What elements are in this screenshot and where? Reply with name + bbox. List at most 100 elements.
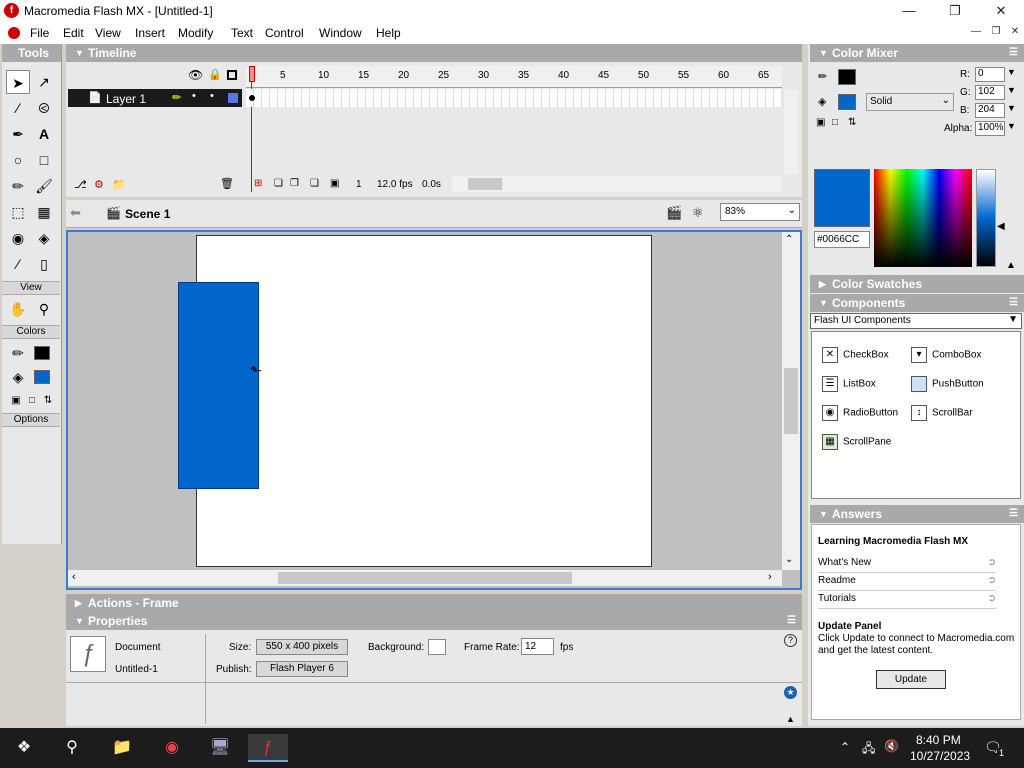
scroll-right-icon[interactable]: › [768, 571, 772, 583]
close-button[interactable]: ✕ [978, 0, 1024, 22]
doc-restore-button[interactable]: ❐ [986, 26, 1006, 40]
flash-taskbar-icon[interactable]: ƒ [248, 734, 288, 762]
brush-tool-icon[interactable]: 🖌 [32, 174, 56, 198]
component-scrollpane[interactable]: ▦ ScrollPane [822, 434, 891, 450]
menu-control[interactable]: Control [265, 26, 304, 40]
fill-transform-tool-icon[interactable]: ▦ [32, 200, 56, 224]
update-button[interactable]: Update [876, 670, 946, 689]
brightness-slider[interactable] [976, 169, 996, 267]
component-radiobutton[interactable]: ◉ RadioButton [822, 405, 898, 421]
panel-options-icon[interactable]: ☰ [1009, 294, 1018, 312]
stroke-color-icon[interactable]: ✏ [6, 341, 30, 365]
answers-link-whats-new[interactable]: What's New ➲ [818, 555, 996, 573]
brightness-marker-icon[interactable]: ◀ [997, 221, 1005, 232]
collapse-up-icon[interactable]: ▲ [1006, 260, 1016, 271]
oval-tool-icon[interactable]: ○ [6, 148, 30, 172]
paint-bucket-tool-icon[interactable]: ◈ [32, 226, 56, 250]
text-tool-icon[interactable]: A [32, 122, 56, 146]
edit-scene-icon[interactable]: 🎬 [666, 205, 682, 221]
menu-help[interactable]: Help [376, 26, 401, 40]
eraser-tool-icon[interactable]: ▯ [32, 252, 56, 276]
visibility-dot-icon[interactable]: • [192, 90, 196, 102]
stage-canvas[interactable] [196, 235, 652, 567]
onion-skin-icon[interactable]: ❏ [274, 178, 283, 189]
search-icon[interactable]: ⚲ [52, 734, 92, 762]
onion-outline-icon[interactable]: ❐ [290, 178, 299, 189]
clock-time[interactable]: 8:40 PM [916, 733, 961, 747]
doc-close-button[interactable]: ✕ [1005, 26, 1024, 40]
keyframe-dot[interactable] [249, 95, 255, 101]
volume-icon[interactable]: 🔇 [884, 739, 899, 753]
eyedropper-tool-icon[interactable]: ⁄ [6, 252, 30, 276]
g-stepper-icon[interactable]: ▼ [1007, 85, 1016, 95]
document-icon[interactable] [8, 27, 20, 39]
no-color-icon[interactable]: □ [832, 117, 838, 128]
alpha-input[interactable]: 100% [975, 121, 1005, 136]
size-button[interactable]: 550 x 400 pixels [256, 639, 348, 655]
publish-button[interactable]: Flash Player 6 [256, 661, 348, 677]
edit-symbols-icon[interactable]: ⚛ [692, 205, 704, 221]
actions-panel-header[interactable]: ▶ Actions - Frame [66, 594, 802, 612]
alpha-stepper-icon[interactable]: ▼ [1007, 121, 1016, 131]
swap-colors-icon[interactable]: ⇅ [848, 117, 856, 128]
arrow-tool-icon[interactable]: ➤ [6, 70, 30, 94]
modify-onion-markers-icon[interactable]: ▣ [330, 178, 339, 189]
component-combobox[interactable]: ▾ ComboBox [911, 347, 981, 363]
stroke-color-swatch[interactable] [34, 346, 50, 360]
menu-edit[interactable]: Edit [63, 26, 84, 40]
add-layer-icon[interactable]: ⎇ [74, 178, 87, 191]
edit-multiple-frames-icon[interactable]: ❑ [310, 178, 319, 189]
pen-tool-icon[interactable]: ✒ [6, 122, 30, 146]
frame-rate-input[interactable]: 12 [521, 638, 554, 655]
b-input[interactable]: 204 [975, 103, 1005, 118]
windows-start-icon[interactable]: ❖ [4, 734, 44, 762]
scroll-left-icon[interactable]: ‹ [72, 571, 76, 583]
network-app-icon[interactable]: 🖥 [200, 734, 240, 762]
chrome-icon[interactable]: ◉ [152, 734, 192, 762]
outline-icon[interactable] [227, 70, 237, 80]
free-transform-tool-icon[interactable]: ⬚ [6, 200, 30, 224]
swap-colors-icon[interactable]: ⇅ [36, 389, 60, 413]
ink-bottle-tool-icon[interactable]: ◉ [6, 226, 30, 250]
color-spectrum[interactable] [874, 169, 972, 267]
stroke-pencil-icon[interactable]: ✏ [818, 70, 827, 83]
zoom-select[interactable]: 83% ⌄ [720, 203, 800, 221]
back-arrow-icon[interactable]: ⬅ [70, 205, 81, 221]
stage-hscroll-thumb[interactable] [278, 572, 572, 584]
fill-bucket-icon[interactable]: ◈ [818, 95, 826, 108]
maximize-button[interactable]: ❐ [932, 0, 978, 22]
menu-insert[interactable]: Insert [135, 26, 165, 40]
pencil-tool-icon[interactable]: ✏ [6, 174, 30, 198]
panel-options-icon[interactable]: ☰ [1009, 505, 1018, 523]
properties-header[interactable]: ▼ Properties ☰ [66, 612, 802, 630]
lasso-tool-icon[interactable]: ⧀ [32, 96, 56, 120]
mixer-stroke-swatch[interactable] [838, 69, 856, 85]
panel-options-icon[interactable]: ☰ [787, 612, 796, 630]
fill-color-icon[interactable]: ◈ [6, 365, 30, 389]
component-scrollbar[interactable]: ↕ ScrollBar [911, 405, 973, 421]
color-swatches-header[interactable]: ▶ Color Swatches [810, 275, 1024, 293]
zoom-tool-icon[interactable]: ⚲ [32, 297, 56, 321]
r-input[interactable]: 0 [975, 67, 1005, 82]
b-stepper-icon[interactable]: ▼ [1007, 103, 1016, 113]
stage-vscroll[interactable]: ⌃ ⌄ [782, 232, 800, 570]
menu-file[interactable]: File [30, 26, 49, 40]
stage-hscroll[interactable]: ‹ › [68, 570, 782, 586]
scroll-down-icon[interactable]: ⌄ [785, 554, 793, 565]
hex-input[interactable]: #0066CC [814, 231, 870, 248]
timeline-hscroll-thumb[interactable] [468, 178, 502, 190]
timeline-ruler[interactable]: 5 10 15 20 25 30 35 40 45 50 55 60 65 [246, 66, 782, 88]
eye-icon[interactable]: 👁 [188, 68, 203, 82]
expand-arrow-icon[interactable]: ▲ [786, 714, 795, 724]
file-explorer-icon[interactable]: 📁 [102, 734, 142, 762]
doc-minimize-button[interactable]: — [966, 26, 986, 40]
mixer-fill-swatch[interactable] [838, 94, 856, 110]
clock-date[interactable]: 10/27/2023 [910, 749, 970, 763]
lock-icon[interactable]: 🔒 [208, 68, 222, 81]
component-checkbox[interactable]: ✕ CheckBox [822, 347, 889, 363]
answers-link-readme[interactable]: Readme ➲ [818, 573, 996, 591]
component-listbox[interactable]: ☰ ListBox [822, 376, 876, 392]
timeline-vscroll[interactable] [784, 90, 798, 174]
stage-vscroll-thumb[interactable] [784, 368, 798, 434]
menu-view[interactable]: View [95, 26, 121, 40]
